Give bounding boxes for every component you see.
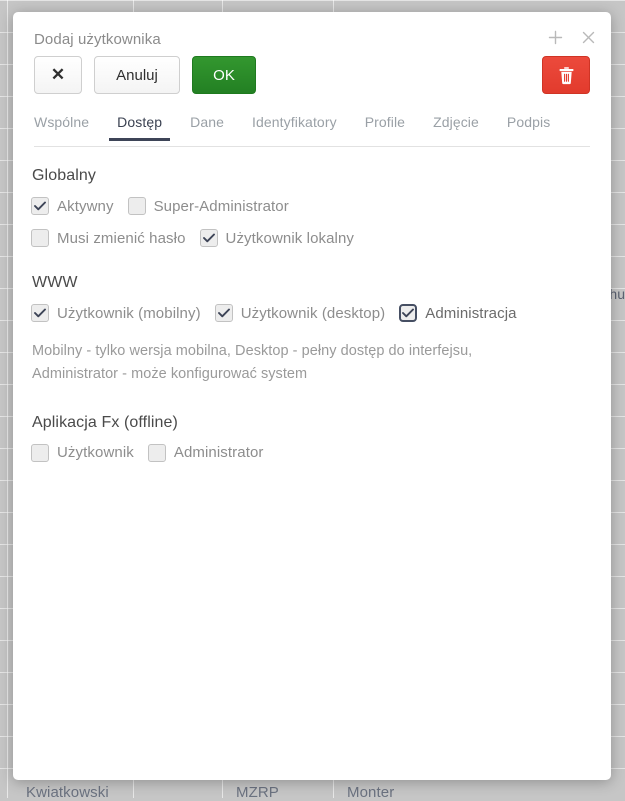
close-button[interactable]: ✕	[34, 56, 82, 94]
checkbox-label: Administracja	[425, 305, 516, 322]
checkbox-label: Użytkownik (mobilny)	[57, 305, 201, 322]
checkbox-row: Użytkownik Administrator	[31, 444, 590, 462]
checkbox-uzytkownik-mobilny[interactable]: Użytkownik (mobilny)	[31, 304, 201, 322]
tab-identyfikatory[interactable]: Identyfikatory	[238, 114, 351, 141]
tab-dane[interactable]: Dane	[176, 114, 238, 141]
trash-icon	[558, 66, 575, 85]
background-cell-code: MZRP	[236, 784, 279, 801]
section-title-globalny: Globalny	[32, 167, 590, 185]
checkbox-label: Administrator	[174, 444, 264, 461]
checkbox-box	[215, 304, 233, 322]
add-user-dialog: Dodaj użytkownika ✕ Anuluj OK	[13, 12, 611, 780]
close-icon[interactable]	[577, 26, 599, 48]
checkbox-super-administrator[interactable]: Super-Administrator	[128, 197, 289, 215]
checkbox-administracja[interactable]: Administracja	[399, 304, 516, 322]
checkbox-box	[31, 444, 49, 462]
tab-podpis[interactable]: Podpis	[493, 114, 564, 141]
checkbox-row: Aktywny Super-Administrator	[31, 197, 590, 215]
checkbox-label: Musi zmienić hasło	[57, 230, 186, 247]
background-cell-surname: Kwiatkowski	[26, 784, 109, 801]
checkbox-box	[128, 197, 146, 215]
checkbox-row: Użytkownik (mobilny) Użytkownik (desktop…	[31, 304, 590, 322]
checkbox-box	[399, 304, 417, 322]
plus-icon[interactable]	[544, 26, 566, 48]
checkbox-label: Super-Administrator	[154, 198, 289, 215]
checkbox-box	[148, 444, 166, 462]
background-cell-role: Monter	[347, 784, 394, 801]
dialog-tabs: Wspólne Dostęp Dane Identyfikatory Profi…	[13, 114, 611, 147]
tab-dostep[interactable]: Dostęp	[103, 114, 176, 141]
titlebar-actions	[544, 26, 599, 48]
checkbox-label: Użytkownik	[57, 444, 134, 461]
checkbox-box	[200, 229, 218, 247]
checkbox-label: Użytkownik lokalny	[226, 230, 355, 247]
checkbox-fx-uzytkownik[interactable]: Użytkownik	[31, 444, 134, 462]
checkbox-label: Aktywny	[57, 198, 114, 215]
background-column-divider	[7, 0, 8, 798]
tab-profile[interactable]: Profile	[351, 114, 419, 141]
cancel-button[interactable]: Anuluj	[94, 56, 180, 94]
dialog-title: Dodaj użytkownika	[34, 31, 161, 48]
checkbox-fx-administrator[interactable]: Administrator	[148, 444, 264, 462]
ok-button[interactable]: OK	[192, 56, 256, 94]
checkbox-musi-zmienic-haslo[interactable]: Musi zmienić hasło	[31, 229, 186, 247]
tab-wspolne[interactable]: Wspólne	[34, 114, 103, 141]
checkbox-aktywny[interactable]: Aktywny	[31, 197, 114, 215]
dialog-titlebar: Dodaj użytkownika	[13, 12, 611, 56]
checkbox-label: Użytkownik (desktop)	[241, 305, 386, 322]
checkbox-row: Musi zmienić hasło Użytkownik lokalny	[31, 229, 590, 247]
checkbox-uzytkownik-desktop[interactable]: Użytkownik (desktop)	[215, 304, 386, 322]
checkbox-box	[31, 229, 49, 247]
dialog-toolbar: ✕ Anuluj OK	[13, 56, 611, 114]
access-hint-text: Mobilny - tylko wersja mobilna, Desktop …	[32, 340, 532, 387]
checkbox-box	[31, 197, 49, 215]
tab-zdjecie[interactable]: Zdjęcie	[419, 114, 493, 141]
checkbox-box	[31, 304, 49, 322]
section-title-aplikacja-fx: Aplikacja Fx (offline)	[32, 414, 590, 432]
checkbox-uzytkownik-lokalny[interactable]: Użytkownik lokalny	[200, 229, 355, 247]
background-clipped-text: chu	[611, 286, 625, 302]
tab-panel-dostep: Globalny Aktywny Super-Administrator	[13, 147, 611, 462]
delete-button[interactable]	[542, 56, 590, 94]
section-title-www: WWW	[32, 274, 590, 292]
